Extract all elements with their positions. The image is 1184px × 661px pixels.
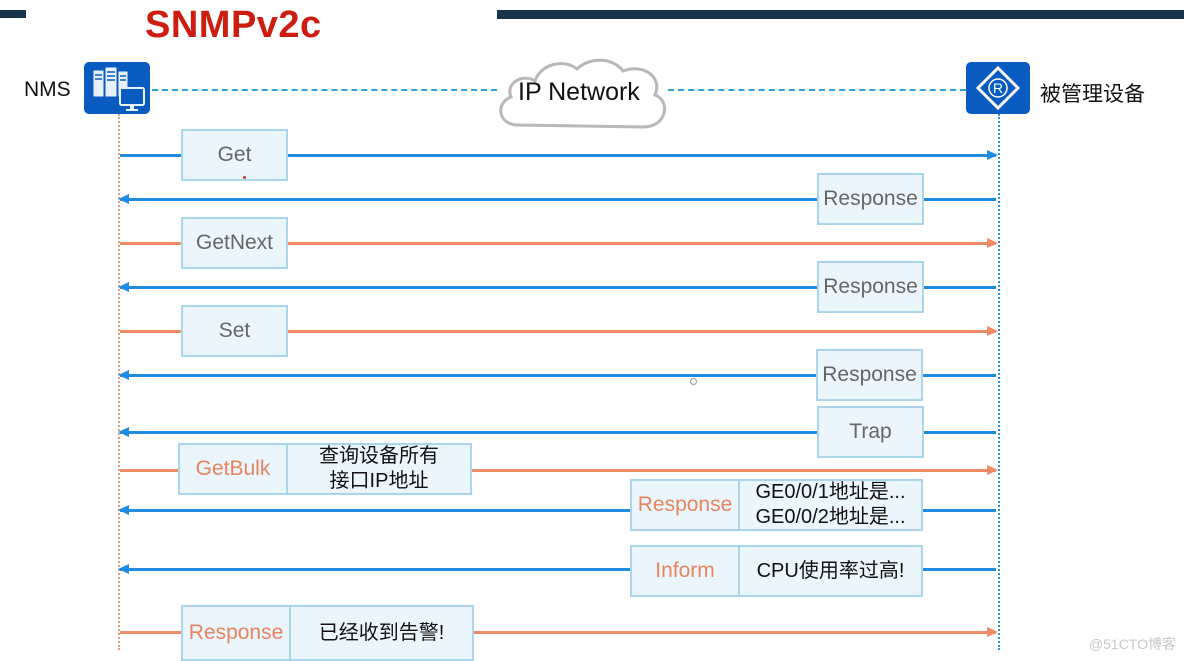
arrow-head-icon [987, 465, 998, 475]
arrow-head-icon [987, 150, 998, 160]
msg-detail-line: GE0/0/2地址是... [755, 506, 906, 528]
watermark: @51CTO博客 [1088, 636, 1176, 652]
arrow-head-icon [118, 505, 129, 515]
server-workstation-icon [84, 62, 150, 114]
msg-label: GetNext [195, 231, 274, 254]
arrow-head-icon [118, 282, 129, 292]
msg-detail-line: GE0/0/1地址是... [755, 481, 906, 503]
network-link-left [152, 89, 497, 91]
header-bar-right [497, 10, 1184, 19]
arrow-head-icon [987, 326, 998, 336]
msg-label: Response [823, 187, 918, 210]
msg-getbulk: GetBulk 查询设备所有 接口IP地址 [178, 443, 472, 495]
msg-getnext: GetNext [181, 217, 288, 269]
msg-label: Response [823, 275, 918, 298]
msg-label: Set [218, 319, 251, 342]
pointer-dot [243, 176, 246, 179]
arrow-head-icon [118, 194, 129, 204]
msg-label: Response [637, 493, 733, 516]
msg-detail-line: 已经收到告警! [318, 621, 445, 644]
msg-detail-line: 查询设备所有 [319, 445, 439, 467]
arrow-head-icon [118, 564, 129, 574]
msg-detail: 已经收到告警! [289, 607, 472, 659]
msg-detail: 查询设备所有 接口IP地址 [286, 445, 470, 493]
msg-trap: Trap [817, 406, 924, 458]
device-lifeline [998, 114, 1000, 650]
device-label: 被管理设备 [1040, 83, 1145, 106]
msg-detail-line: 接口IP地址 [329, 470, 429, 492]
network-link-right [668, 89, 966, 91]
arrow-head-icon [118, 427, 129, 437]
arrow-head-icon [987, 238, 998, 248]
router-icon: R [966, 62, 1030, 114]
diagram-title: SNMPv2c [145, 4, 322, 46]
cursor-icon [690, 378, 697, 385]
arrow-head-icon [987, 627, 998, 637]
msg-set: Set [181, 305, 288, 357]
msg-detail: CPU使用率过高! [738, 547, 921, 595]
msg-response-bulk: Response GE0/0/1地址是... GE0/0/2地址是... [630, 479, 923, 531]
arrow-head-icon [118, 370, 129, 380]
msg-detail-line: CPU使用率过高! [756, 559, 905, 582]
msg-label: GetBulk [195, 457, 271, 480]
msg-detail: GE0/0/1地址是... GE0/0/2地址是... [738, 481, 921, 529]
header-bar-left [0, 10, 26, 18]
msg-response-3: Response [816, 349, 923, 401]
msg-label: Get [217, 143, 252, 166]
msg-label: Inform [655, 559, 715, 582]
msg-response-1: Response [817, 173, 924, 225]
msg-get: Get [181, 129, 288, 181]
msg-label: Trap [849, 420, 892, 443]
msg-label: Response [822, 363, 917, 386]
msg-inform: Inform CPU使用率过高! [630, 545, 923, 597]
svg-text:R: R [993, 80, 1003, 96]
msg-response-2: Response [817, 261, 924, 313]
cloud-label: IP Network [518, 78, 640, 106]
nms-label: NMS [24, 78, 71, 101]
msg-label: Response [188, 621, 284, 644]
msg-response-ack: Response 已经收到告警! [181, 605, 474, 661]
